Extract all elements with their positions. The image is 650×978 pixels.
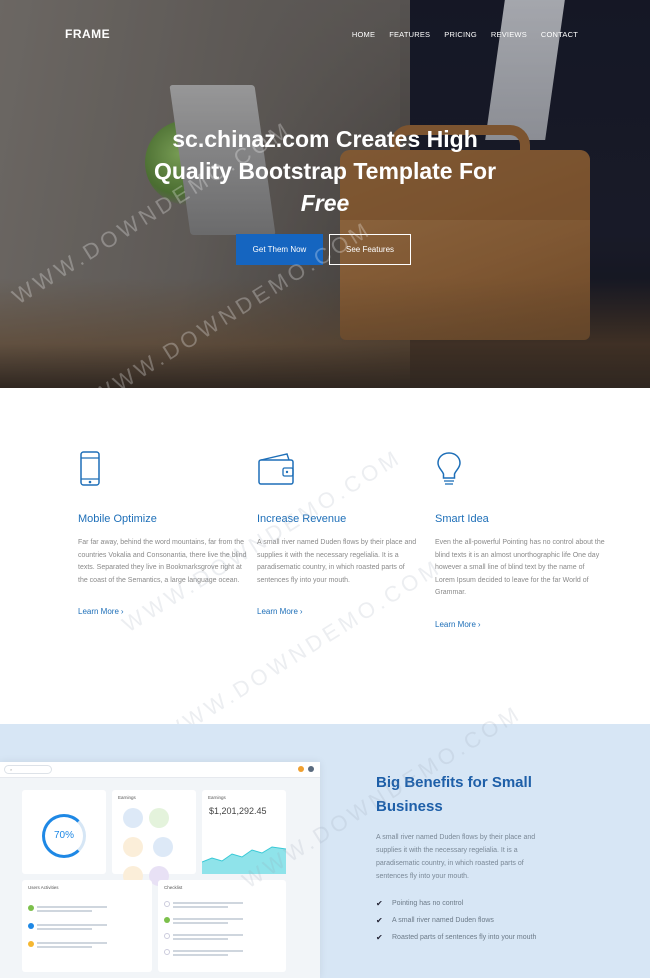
- card-title: Users Activities: [28, 885, 59, 890]
- learn-more-link[interactable]: Learn More ›: [435, 619, 481, 629]
- checklist-row: [164, 932, 243, 940]
- check-icon: ✔: [376, 899, 383, 908]
- hero-title-emphasis: Free: [300, 190, 350, 216]
- feature-title: Increase Revenue: [257, 513, 347, 525]
- hero-section: FRAME HOME FEATURES PRICING REVIEWS CONT…: [0, 0, 650, 388]
- chevron-right-icon: ›: [477, 619, 481, 629]
- hero-title-line2: Quality Bootstrap Template For: [153, 158, 497, 184]
- features-section: Mobile Optimize Far far away, behind the…: [0, 388, 650, 747]
- lightbulb-icon: [437, 452, 461, 485]
- avatar: [308, 766, 314, 772]
- dashboard-money-card: Earnings $1,201,292.45: [202, 790, 286, 874]
- dashboard-screenshot: ⌕ 70% Earnings Earnings $1,201,292.45 Us…: [0, 762, 320, 978]
- dashboard-activities-card: Users Activities: [22, 880, 152, 972]
- brand-logo[interactable]: FRAME: [65, 27, 110, 41]
- dashboard-gauge-card: 70%: [22, 790, 106, 874]
- dashboard-topbar-icons: [298, 766, 314, 772]
- card-title: Checklist: [164, 885, 183, 890]
- feature-title: Smart Idea: [435, 513, 489, 525]
- top-navbar: FRAME HOME FEATURES PRICING REVIEWS CONT…: [0, 0, 650, 66]
- learn-more-link[interactable]: Learn More ›: [257, 607, 303, 616]
- wallet-icon: [258, 453, 294, 485]
- checklist-row: [164, 916, 243, 924]
- activity-row: [28, 940, 107, 948]
- card-title: Earnings: [118, 795, 136, 800]
- hero-title-line1: sc.chinaz.com Creates High: [172, 126, 478, 152]
- activity-row: [28, 922, 107, 930]
- benefit-item: ✔ A small river named Duden flows: [376, 916, 494, 925]
- card-title: Earnings: [208, 795, 226, 800]
- feature-text: Even the all-powerful Pointing has no co…: [435, 539, 605, 596]
- activity-row: [28, 904, 107, 912]
- benefits-list: ✔ Pointing has no control ✔ A small river …: [376, 895, 536, 946]
- learn-more-link[interactable]: Learn More ›: [78, 607, 124, 616]
- feature-title: Mobile Optimize: [78, 513, 157, 525]
- nav-reviews[interactable]: REVIEWS: [491, 30, 527, 39]
- feature-text: Far far away, behind the word mountains,…: [78, 539, 247, 584]
- main-menu: HOME FEATURES PRICING REVIEWS CONTACT: [352, 30, 578, 39]
- benefits-text: A small river named Duden flows by their…: [376, 834, 536, 880]
- dashboard-checklist-card: Checklist: [158, 880, 286, 972]
- hero-title: sc.chinaz.com Creates High Quality Boots…: [140, 123, 510, 219]
- hero-buttons: Get Them Now See Features: [236, 234, 411, 265]
- area-chart: [202, 846, 286, 874]
- feature-increase-revenue: Increase Revenue A small river named Dud…: [257, 450, 427, 619]
- dashboard-search: ⌕: [4, 765, 52, 774]
- nav-features[interactable]: FEATURES: [389, 30, 430, 39]
- chevron-right-icon: ›: [299, 607, 303, 616]
- money-value: $1,201,292.45: [209, 806, 267, 816]
- nav-home[interactable]: HOME: [352, 30, 375, 39]
- chevron-right-icon: ›: [120, 607, 124, 616]
- dashboard-earnings-card: Earnings: [112, 790, 196, 886]
- nav-contact[interactable]: CONTACT: [541, 30, 578, 39]
- check-icon: ✔: [376, 916, 383, 925]
- see-features-button[interactable]: See Features: [329, 234, 411, 265]
- smartphone-icon: [80, 451, 100, 486]
- notification-icon: [298, 766, 304, 772]
- benefit-item: ✔ Pointing has no control: [376, 899, 464, 908]
- benefits-title: Big Benefits for Small Business: [376, 774, 532, 815]
- nav-pricing[interactable]: PRICING: [444, 30, 477, 39]
- feature-text: A small river named Duden flows by their…: [257, 539, 417, 584]
- gauge-value: 70%: [53, 830, 74, 841]
- feature-mobile-optimize: Mobile Optimize Far far away, behind the…: [78, 450, 248, 619]
- dashboard-topbar: ⌕: [0, 762, 320, 778]
- feature-smart-idea: Smart Idea Even the all-powerful Pointin…: [435, 450, 605, 632]
- get-them-now-button[interactable]: Get Them Now: [236, 234, 323, 265]
- benefits-section: ⌕ 70% Earnings Earnings $1,201,292.45 Us…: [0, 700, 650, 978]
- checklist-row: [164, 900, 243, 908]
- progress-gauge: 70%: [42, 814, 86, 858]
- check-icon: ✔: [376, 933, 383, 942]
- benefit-item: ✔ Roasted parts of sentences fly into you…: [376, 933, 537, 942]
- checklist-row: [164, 948, 243, 956]
